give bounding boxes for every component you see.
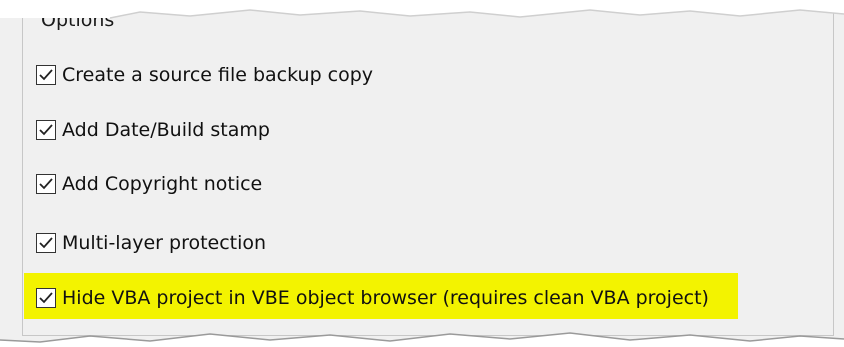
torn-top-edge <box>0 0 844 19</box>
option-hide-vba-project[interactable]: Hide VBA project in VBE object browser (… <box>36 282 709 314</box>
copyright-notice-label: Add Copyright notice <box>62 173 263 195</box>
options-screenshot: Options Create a source file backup copy… <box>0 0 844 347</box>
date-build-stamp-checkbox[interactable] <box>36 120 56 140</box>
multi-layer-protection-checkbox[interactable] <box>36 233 56 253</box>
hide-vba-project-checkbox[interactable] <box>36 288 56 308</box>
source-backup-label: Create a source file backup copy <box>62 64 374 86</box>
date-build-stamp-label: Add Date/Build stamp <box>62 119 270 141</box>
checkmark-icon <box>39 124 53 136</box>
option-date-build-stamp[interactable]: Add Date/Build stamp <box>36 114 270 146</box>
copyright-notice-checkbox[interactable] <box>36 174 56 194</box>
hide-vba-project-label: Hide VBA project in VBE object browser (… <box>62 287 709 309</box>
torn-bottom-edge <box>0 332 844 347</box>
checkmark-icon <box>39 178 53 190</box>
multi-layer-protection-label: Multi-layer protection <box>62 232 267 254</box>
checkmark-icon <box>39 237 53 249</box>
option-copyright-notice[interactable]: Add Copyright notice <box>36 168 262 200</box>
option-multi-layer-protection[interactable]: Multi-layer protection <box>36 227 266 259</box>
checkmark-icon <box>39 69 53 81</box>
option-source-backup[interactable]: Create a source file backup copy <box>36 59 373 91</box>
checkmark-icon <box>39 292 53 304</box>
source-backup-checkbox[interactable] <box>36 65 56 85</box>
